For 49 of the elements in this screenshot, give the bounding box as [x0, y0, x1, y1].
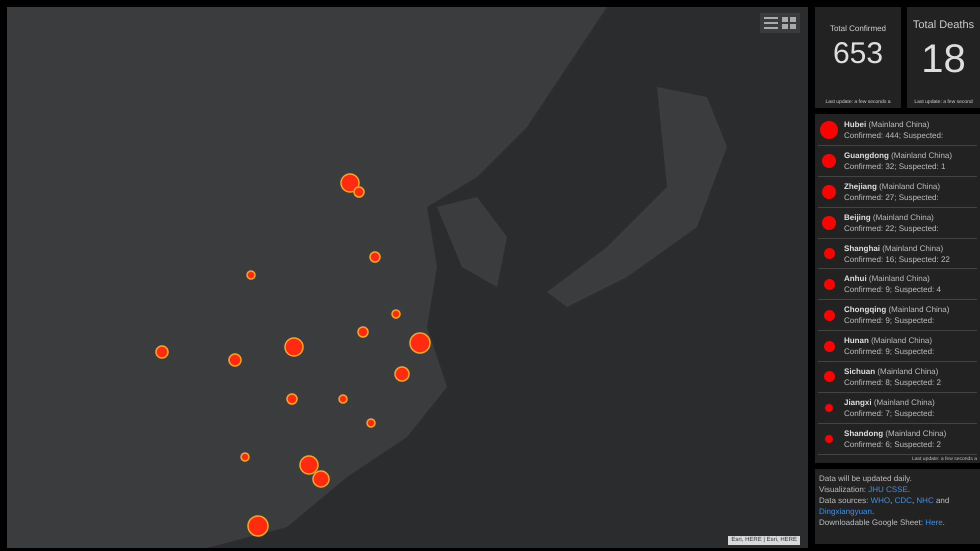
region-counts: Confirmed: 27; Suspected: — [844, 192, 940, 203]
region-name: Zhejiang (Mainland China) — [844, 180, 940, 192]
region-name: Chongqing (Mainland China) — [844, 304, 950, 316]
region-counts: Confirmed: 444; Suspected: — [844, 130, 944, 142]
region-counts: Confirmed: 9; Suspected: — [844, 346, 934, 358]
region-name: Beijing (Mainland China) — [844, 212, 935, 223]
region-item[interactable]: Hunan (Mainland China) Confirmed: 9; Suspected: — [818, 331, 977, 362]
region-counts: Confirmed: 9; Suspected: 4 — [844, 284, 941, 296]
stat-label: Total Confirmed — [830, 23, 886, 35]
region-item[interactable]: Shanghai (Mainland China) Confirmed: 16; Suspected: 22 — [818, 238, 977, 270]
region-name: Jiangxi (Mainland China) — [844, 396, 935, 408]
region-name: Sichuan (Mainland China) — [844, 366, 940, 377]
source-link[interactable]: JHU CSSE — [868, 485, 908, 494]
region-counts: Confirmed: 9; Suspected: — [844, 315, 936, 326]
region-item[interactable]: Shandong (Mainland China) Confirmed: 6; Suspected: 2 — [818, 424, 977, 455]
region-item[interactable]: Hubei (Mainland China) Confirmed: 444; Suspected: — [818, 115, 977, 146]
info-text: Downloadable Google Sheet: Here. — [819, 517, 946, 528]
region-item[interactable]: Anhui (Mainland China) Confirmed: 9; Suspected: 4 — [818, 269, 977, 300]
source-link[interactable]: NHC — [916, 496, 934, 506]
source-link[interactable]: CDC — [894, 496, 912, 506]
source-link[interactable]: Here — [925, 518, 943, 528]
region-item[interactable]: Zhejiang (Mainland China) Confirmed: 27; Suspected: — [818, 176, 977, 208]
source-link[interactable]: Dingxiangyuan — [819, 507, 872, 516]
region-item[interactable]: Jiangxi (Mainland China) Confirmed: 7; Suspected: — [818, 392, 977, 424]
list-view-icon[interactable] — [764, 17, 778, 29]
region-name: Anhui (Mainland China) — [844, 273, 931, 284]
stat-label: Total Deaths — [912, 18, 974, 33]
region-counts: Confirmed: 22; Suspected: — [844, 222, 939, 234]
region-item[interactable]: Beijing (Mainland China) Confirmed: 22; Suspected: — [818, 208, 977, 239]
region-item[interactable]: Sichuan (Mainland China) Confirmed: 8; Suspected: 2 — [818, 362, 977, 393]
stat-value: 653 — [832, 36, 884, 72]
region-name: Shanghai (Mainland China) — [844, 242, 944, 254]
grid-view-icon[interactable] — [782, 17, 796, 29]
stat-value: 18 — [921, 36, 966, 82]
region-counts: Confirmed: 6; Suspected: 2 — [844, 438, 942, 450]
region-counts: Confirmed: 8; Suspected: 2 — [844, 376, 941, 388]
region-item[interactable]: Guangdong (Mainland China) Confirmed: 32; Suspected: 1 — [818, 146, 977, 177]
info-text: Data sources: WHO, CDC, NHC and Dingxiangyuan. — [819, 495, 950, 518]
region-counts: Confirmed: 16; Suspected: 22 — [844, 254, 950, 265]
region-name: Shandong (Mainland China) — [844, 428, 946, 439]
region-item[interactable]: Chongqing (Mainland China) Confirmed: 9; Suspected: — [818, 300, 977, 332]
source-link[interactable]: WHO — [870, 496, 890, 506]
region-name: Guangdong (Mainland China) — [844, 150, 952, 161]
region-name: Hunan (Mainland China) — [844, 335, 934, 346]
info-text: Visualization: JHU CSSE. — [819, 484, 912, 496]
region-counts: Confirmed: 7; Suspected: — [844, 408, 935, 419]
region-name: Hubei (Mainland China) — [844, 119, 930, 130]
region-counts: Confirmed: 32; Suspected: 1 — [844, 160, 946, 172]
info-text: Data will be updated daily. — [819, 473, 913, 484]
